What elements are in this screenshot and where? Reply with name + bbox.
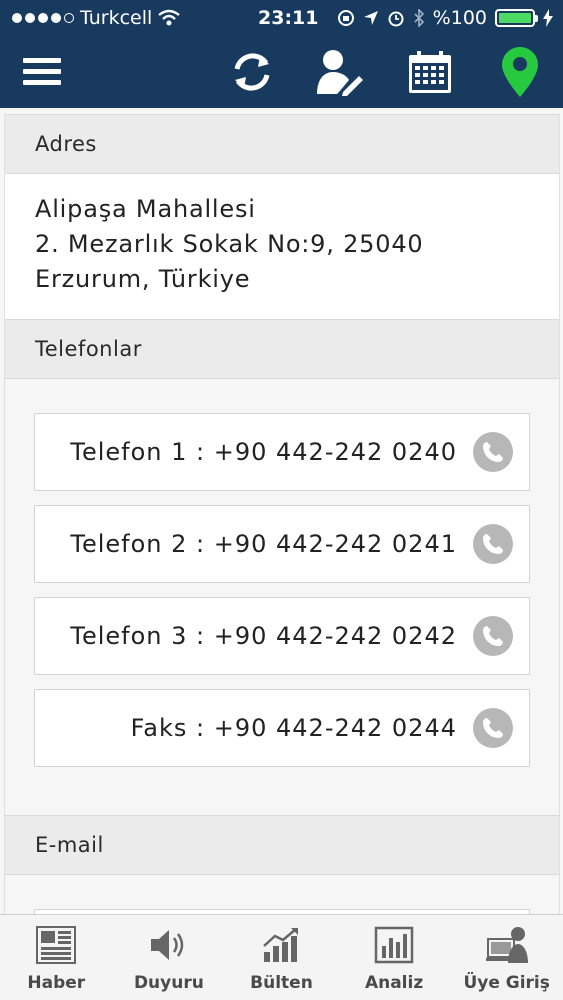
carrier-name: Turkcell xyxy=(80,7,153,29)
battery-percent: %100 xyxy=(432,7,487,29)
address-line-2: 2. Mezarlık Sokak No:9, 25040 xyxy=(35,230,424,258)
location-button[interactable] xyxy=(494,46,546,98)
wifi-icon xyxy=(158,9,181,26)
refresh-icon xyxy=(234,53,270,91)
phone-call-icon[interactable] xyxy=(473,616,513,656)
phones-section-header: Telefonlar xyxy=(5,319,559,379)
phone-row-2[interactable]: Telefon 2 : +90 442-242 0241 xyxy=(34,505,530,583)
address-section-header: Adres xyxy=(5,114,559,174)
app-header: Turkcell 23:11 %100 xyxy=(0,0,563,108)
menu-button[interactable] xyxy=(16,46,68,98)
bottom-tab-bar: Haber Duyuru Bülten Analiz Üye Giriş xyxy=(0,914,563,1000)
clock: 23:11 xyxy=(258,7,319,29)
tab-bulten[interactable]: Bülten xyxy=(225,915,338,1000)
address-line-3: Erzurum, Türkiye xyxy=(35,265,251,293)
address-heading: Adres xyxy=(35,132,97,156)
menu-icon xyxy=(23,58,61,85)
email-list xyxy=(5,875,559,914)
phone-call-icon[interactable] xyxy=(473,524,513,564)
bar-chart-icon xyxy=(374,926,414,964)
refresh-button[interactable] xyxy=(226,46,278,98)
bluetooth-icon xyxy=(414,9,424,27)
calendar-button[interactable] xyxy=(404,46,456,98)
tab-uye-giris[interactable]: Üye Giriş xyxy=(450,915,563,1000)
rotation-lock-icon xyxy=(337,10,354,26)
email-section-header: E-mail xyxy=(5,815,559,875)
contact-content: Adres Alipaşa Mahallesi 2. Mezarlık Soka… xyxy=(4,114,560,914)
fax-number: Faks : +90 442-242 0244 xyxy=(130,714,457,742)
tab-label: Bülten xyxy=(250,973,313,993)
phone-number: Telefon 1 : +90 442-242 0240 xyxy=(70,438,457,466)
top-toolbar xyxy=(0,36,563,108)
phone-row-1[interactable]: Telefon 1 : +90 442-242 0240 xyxy=(34,413,530,491)
phones-heading: Telefonlar xyxy=(35,337,142,361)
tab-analiz[interactable]: Analiz xyxy=(338,915,451,1000)
edit-profile-button[interactable] xyxy=(314,46,366,98)
charging-icon xyxy=(543,9,553,27)
phone-number: Telefon 2 : +90 442-242 0241 xyxy=(70,530,457,558)
phone-number: Telefon 3 : +90 442-242 0242 xyxy=(70,622,457,650)
phone-call-icon[interactable] xyxy=(473,708,513,748)
calendar-icon xyxy=(409,51,451,93)
fax-row[interactable]: Faks : +90 442-242 0244 xyxy=(34,689,530,767)
email-heading: E-mail xyxy=(35,833,104,857)
alarm-icon xyxy=(388,11,404,27)
tab-haber[interactable]: Haber xyxy=(0,915,113,1000)
tab-label: Haber xyxy=(27,973,86,993)
location-pin-icon xyxy=(502,47,538,97)
phone-list: Telefon 1 : +90 442-242 0240 Telefon 2 :… xyxy=(5,379,559,815)
growth-chart-icon xyxy=(263,928,299,962)
tab-duyuru[interactable]: Duyuru xyxy=(113,915,226,1000)
speaker-icon xyxy=(150,930,184,960)
newspaper-icon xyxy=(36,926,77,964)
signal-strength-icon xyxy=(12,13,74,23)
battery-icon xyxy=(495,9,538,27)
tab-label: Üye Giriş xyxy=(463,973,550,993)
phone-row-3[interactable]: Telefon 3 : +90 442-242 0242 xyxy=(34,597,530,675)
tab-label: Analiz xyxy=(364,973,424,993)
address-line-1: Alipaşa Mahallesi xyxy=(35,195,256,223)
location-arrow-icon xyxy=(363,11,378,25)
member-login-icon xyxy=(485,927,528,963)
status-bar: Turkcell 23:11 %100 xyxy=(0,0,563,36)
edit-profile-icon xyxy=(317,50,363,96)
phone-call-icon[interactable] xyxy=(473,432,513,472)
address-block: Alipaşa Mahallesi 2. Mezarlık Sokak No:9… xyxy=(5,174,559,319)
tab-label: Duyuru xyxy=(133,973,204,993)
